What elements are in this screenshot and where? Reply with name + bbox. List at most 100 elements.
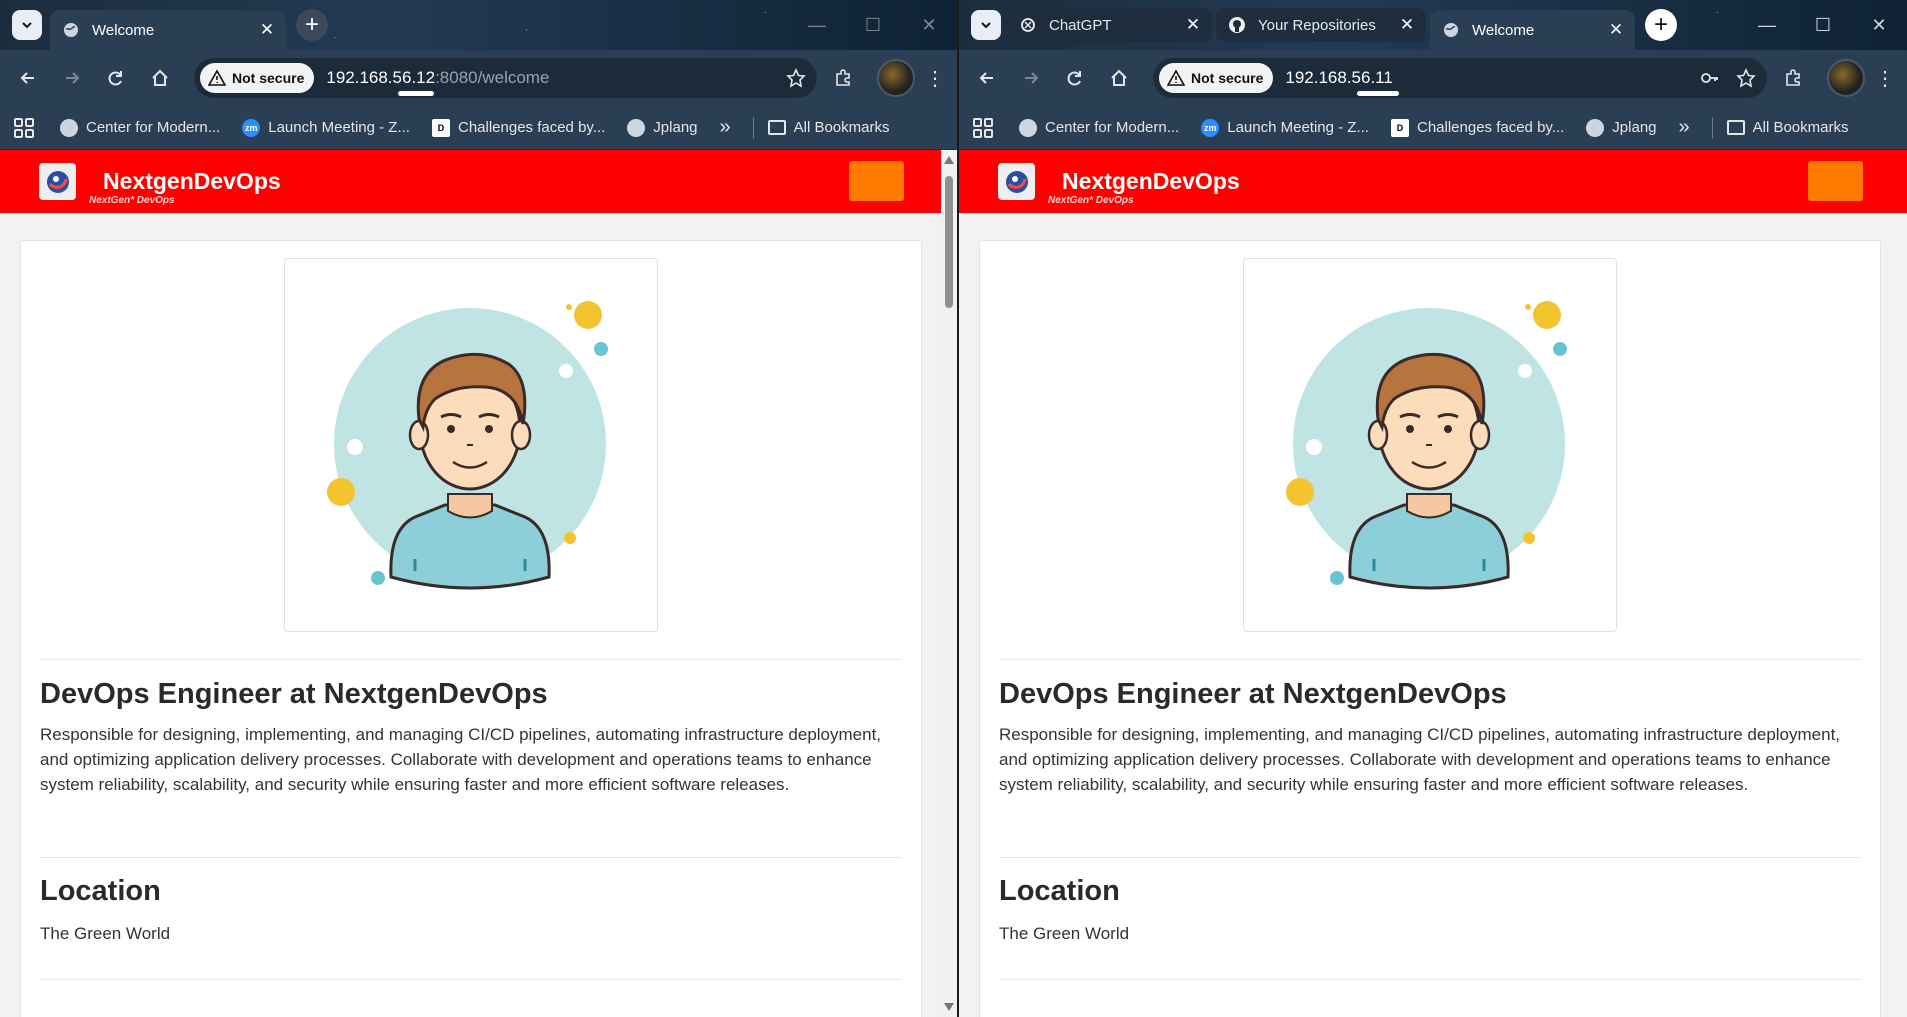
location-value: The Green World: [999, 924, 1130, 943]
tab-your-repositories[interactable]: Your Repositories ✕: [1216, 8, 1426, 42]
reload-icon: [108, 71, 122, 86]
home-icon: [1111, 69, 1127, 86]
globe-icon: [1442, 21, 1460, 39]
reload-button[interactable]: [1057, 60, 1093, 96]
forward-arrow-icon: [66, 72, 80, 84]
tab-strip: ChatGPT ✕ Your Repositories ✕ Welcome ✕ …: [959, 0, 1907, 50]
tab-welcome[interactable]: Welcome ✕: [1430, 10, 1635, 50]
tab-search-button[interactable]: [12, 10, 42, 40]
menu-button[interactable]: [849, 161, 904, 201]
minimize-button[interactable]: —: [789, 0, 845, 50]
bookmark-item[interactable]: Jplang: [627, 118, 698, 137]
bookmark-label: Jplang: [1612, 119, 1657, 136]
puzzle-icon: [836, 69, 850, 86]
site-logo[interactable]: [998, 163, 1035, 200]
zoom-icon: zm: [242, 118, 261, 137]
menu-kebab-icon[interactable]: ⋮: [1873, 66, 1897, 91]
globe-icon: [627, 118, 646, 137]
bookmark-star-button[interactable]: [1731, 63, 1761, 93]
location-heading: Location: [999, 875, 1120, 907]
address-bar[interactable]: Not secure 192.168.56.12:8080/welcome: [194, 58, 817, 98]
apps-grid-icon[interactable]: [973, 117, 993, 138]
chevron-down-icon: [981, 22, 991, 29]
dev-icon: D: [1390, 118, 1409, 137]
redaction-mark: [1357, 91, 1400, 96]
divider: [999, 857, 1861, 858]
password-key-button[interactable]: [1695, 63, 1725, 93]
close-window-button[interactable]: ✕: [901, 0, 957, 50]
new-tab-button[interactable]: +: [296, 9, 328, 41]
bookmark-item[interactable]: D Challenges faced by...: [431, 118, 605, 137]
bookmark-item[interactable]: Jplang: [1586, 118, 1657, 137]
bookmark-item[interactable]: Center for Modern...: [1019, 118, 1179, 137]
bookmark-star-button[interactable]: [781, 63, 811, 93]
maximize-button[interactable]: ☐: [1795, 0, 1851, 50]
tab-chatgpt[interactable]: ChatGPT ✕: [1007, 8, 1212, 42]
job-description: Responsible for designing, implementing,…: [999, 725, 1841, 794]
site-header: NextgenDevOps NextGen* DevOps: [0, 150, 957, 213]
url-host: 192.168.56.12: [326, 68, 436, 87]
all-bookmarks-button[interactable]: All Bookmarks: [767, 119, 889, 136]
chevron-down-icon: [22, 22, 32, 29]
extensions-button[interactable]: [825, 60, 861, 96]
new-tab-button[interactable]: +: [1645, 9, 1677, 41]
tab-welcome[interactable]: Welcome ✕: [50, 10, 286, 50]
menu-button[interactable]: [1808, 161, 1863, 201]
back-button[interactable]: [969, 60, 1005, 96]
close-icon[interactable]: ✕: [1607, 20, 1625, 39]
tab-strip: Welcome ✕ + — ☐ ✕: [0, 0, 957, 50]
brand-tagline: NextGen* DevOps: [1048, 195, 1134, 206]
brand-name[interactable]: NextgenDevOps: [103, 168, 281, 195]
extensions-button[interactable]: [1775, 60, 1811, 96]
globe-icon: [1586, 118, 1605, 137]
address-bar[interactable]: Not secure 192.168.56.11: [1153, 58, 1767, 98]
globe-icon: [62, 21, 80, 39]
page-viewport: NextgenDevOps NextGen* DevOps DevOps Eng…: [0, 150, 957, 1017]
site-logo[interactable]: [39, 163, 76, 200]
tab-search-button[interactable]: [971, 10, 1001, 40]
bookmark-label: Launch Meeting - Z...: [1227, 119, 1369, 136]
home-button[interactable]: [142, 60, 178, 96]
forward-button[interactable]: [1013, 60, 1049, 96]
reload-icon: [1067, 71, 1081, 86]
bookmark-item[interactable]: Center for Modern...: [60, 118, 220, 137]
bookmark-item[interactable]: zm Launch Meeting - Z...: [242, 118, 410, 137]
globe-icon: [60, 118, 78, 137]
apps-grid-icon[interactable]: [14, 117, 34, 138]
overflow-label: »: [1678, 116, 1690, 138]
divider: [999, 979, 1861, 980]
url-text: 192.168.56.11: [1285, 68, 1400, 96]
scrollbar-thumb[interactable]: [945, 176, 953, 308]
profile-avatar[interactable]: [877, 59, 915, 97]
job-title: DevOps Engineer at NextgenDevOps: [999, 678, 1507, 710]
close-icon[interactable]: ✕: [258, 20, 276, 39]
all-bookmarks-button[interactable]: All Bookmarks: [1726, 119, 1848, 136]
menu-kebab-icon[interactable]: ⋮: [923, 66, 947, 91]
warning-icon: [208, 69, 226, 86]
security-chip[interactable]: Not secure: [200, 63, 315, 93]
close-icon[interactable]: ✕: [1184, 15, 1202, 34]
bookmark-item[interactable]: zm Launch Meeting - Z...: [1201, 118, 1369, 137]
home-button[interactable]: [1101, 60, 1137, 96]
profile-card: DevOps Engineer at NextgenDevOps Respons…: [979, 240, 1881, 1017]
browser-window-right: ChatGPT ✕ Your Repositories ✕ Welcome ✕ …: [959, 0, 1907, 1017]
back-button[interactable]: [10, 60, 46, 96]
bookmarks-overflow-button[interactable]: »: [720, 116, 731, 139]
page-scrollbar[interactable]: [941, 150, 957, 1017]
close-window-button[interactable]: ✕: [1851, 0, 1907, 50]
minimize-button[interactable]: —: [1739, 0, 1795, 50]
home-icon: [152, 69, 168, 86]
tab-title: ChatGPT: [1049, 16, 1112, 34]
maximize-button[interactable]: ☐: [845, 0, 901, 50]
close-icon[interactable]: ✕: [1398, 15, 1416, 34]
profile-avatar[interactable]: [1827, 59, 1865, 97]
bookmark-item[interactable]: D Challenges faced by...: [1390, 118, 1564, 137]
browser-toolbar: Not secure 192.168.56.11 ⋮: [959, 50, 1907, 106]
bookmarks-overflow-button[interactable]: »: [1679, 116, 1690, 139]
security-chip[interactable]: Not secure: [1159, 63, 1274, 93]
forward-button[interactable]: [54, 60, 90, 96]
reload-button[interactable]: [98, 60, 134, 96]
divider: [40, 659, 902, 660]
brand-name[interactable]: NextgenDevOps: [1062, 168, 1240, 195]
github-icon: [1228, 16, 1246, 34]
